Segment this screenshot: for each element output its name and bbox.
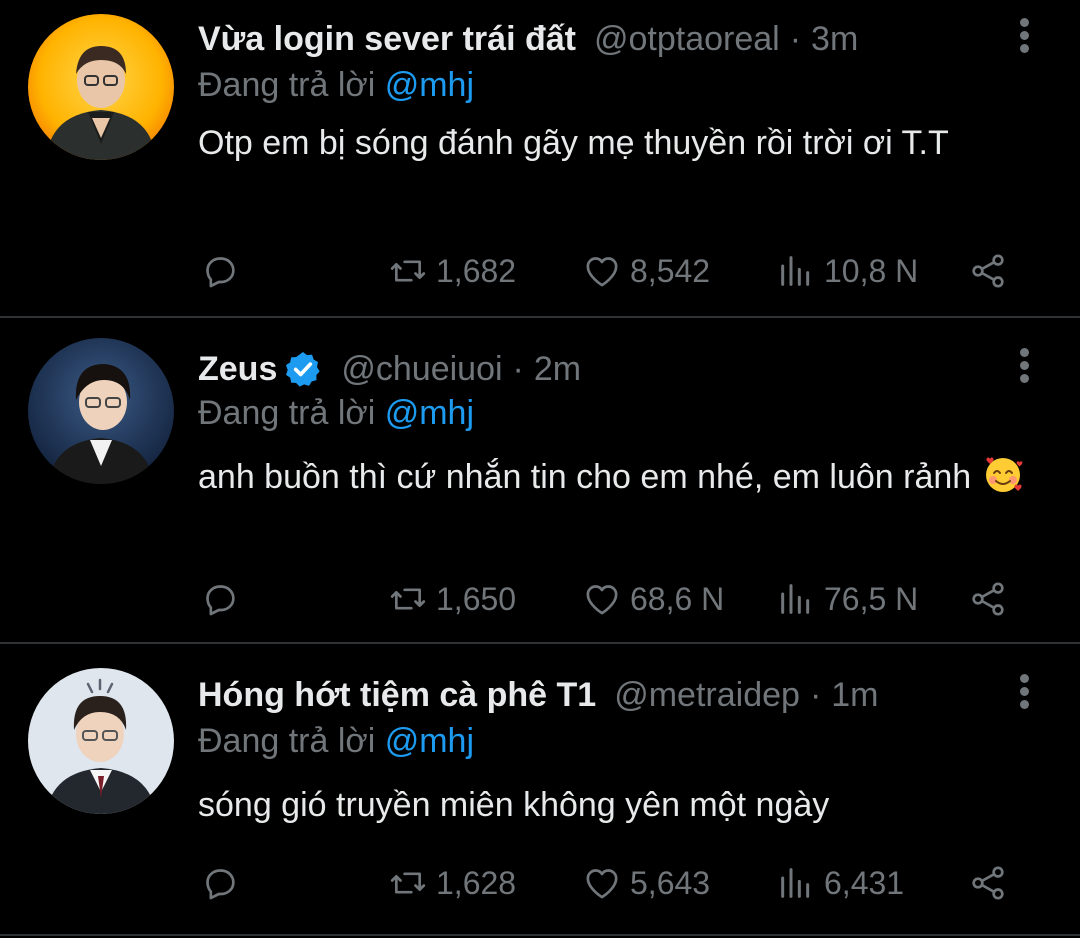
reply-timeline: Vừa login sever trái đất @otptaoreal · 3… xyxy=(0,0,1080,938)
display-name[interactable]: Hóng hớt tiệm cà phê T1 xyxy=(198,676,596,715)
reply-mention-link[interactable]: @mhj xyxy=(385,722,474,760)
smiling-face-with-hearts-icon xyxy=(981,452,1025,496)
heart-icon xyxy=(586,257,618,287)
tweet-text-content: Otp em bị sóng đánh gãy mẹ thuyền rồi tr… xyxy=(198,124,949,162)
separator: · xyxy=(789,19,802,58)
tweet-header: Zeus @chueiuoi · 2m xyxy=(198,344,581,394)
share-button[interactable] xyxy=(968,858,1008,908)
reply-mention-link[interactable]: @mhj xyxy=(385,394,474,432)
retweet-button[interactable]: 1,650 xyxy=(388,574,516,624)
avatar-image xyxy=(28,668,174,814)
tweet-text: anh buồn thì cứ nhắn tin cho em nhé, em … xyxy=(198,452,1028,501)
reply-mention-link[interactable]: @mhj xyxy=(385,66,474,104)
retweet-icon xyxy=(390,872,426,894)
heart-icon xyxy=(586,585,618,615)
user-handle[interactable]: @chueiuoi xyxy=(341,350,502,389)
analytics-icon xyxy=(781,584,810,614)
action-bar: 1,650 68,6 N 76,5 N xyxy=(198,574,1018,624)
reply-prefix: Đang trả lời xyxy=(198,722,376,760)
views-count: 10,8 N xyxy=(824,252,919,289)
retweet-count: 1,628 xyxy=(436,864,517,901)
tweet-header: Vừa login sever trái đất @otptaoreal · 3… xyxy=(198,14,858,64)
tweet[interactable]: Zeus @chueiuoi · 2m Đang trả lời @mhj an… xyxy=(0,320,1080,644)
retweet-count: 1,650 xyxy=(436,580,517,617)
like-button[interactable]: 5,643 xyxy=(582,858,710,908)
views-count: 76,5 N xyxy=(824,580,919,617)
tweet-text: Otp em bị sóng đánh gãy mẹ thuyền rồi tr… xyxy=(198,120,1028,167)
like-count: 68,6 N xyxy=(630,580,725,617)
separator: · xyxy=(809,675,822,714)
avatar[interactable] xyxy=(28,338,174,484)
retweet-count: 1,682 xyxy=(436,252,517,289)
avatar[interactable] xyxy=(28,668,174,814)
reply-button[interactable] xyxy=(200,246,240,296)
avatar-image xyxy=(28,338,174,484)
avatar-image xyxy=(28,14,174,160)
tweet-text-content: anh buồn thì cứ nhắn tin cho em nhé, em … xyxy=(198,458,972,496)
reply-context: Đang trả lời @mhj xyxy=(198,66,474,105)
reply-icon xyxy=(206,257,235,288)
share-button[interactable] xyxy=(968,246,1008,296)
display-name[interactable]: Vừa login sever trái đất xyxy=(198,20,576,59)
reply-context: Đang trả lời @mhj xyxy=(198,722,474,761)
reply-prefix: Đang trả lời xyxy=(198,66,376,104)
like-button[interactable]: 8,542 xyxy=(582,246,710,296)
reply-icon xyxy=(206,869,235,900)
heart-icon xyxy=(586,869,618,899)
user-handle[interactable]: @otptaoreal xyxy=(594,20,780,59)
views-count: 6,431 xyxy=(824,864,905,901)
timestamp[interactable]: 1m xyxy=(831,676,878,715)
retweet-icon xyxy=(390,260,426,282)
timestamp[interactable]: 3m xyxy=(811,20,858,59)
views-button[interactable]: 10,8 N xyxy=(776,246,918,296)
retweet-button[interactable]: 1,682 xyxy=(388,246,516,296)
more-options-icon[interactable] xyxy=(1012,348,1036,388)
action-bar: 1,682 8,542 10,8 N xyxy=(198,246,1018,296)
tweet-text-content: sóng gió truyền miên không yên một ngày xyxy=(198,786,830,824)
more-options-icon[interactable] xyxy=(1012,674,1036,714)
like-count: 8,542 xyxy=(630,252,711,289)
tweet[interactable]: Vừa login sever trái đất @otptaoreal · 3… xyxy=(0,0,1080,318)
share-icon xyxy=(972,866,1004,900)
retweet-button[interactable]: 1,628 xyxy=(388,858,516,908)
reply-button[interactable] xyxy=(200,858,240,908)
more-options-icon[interactable] xyxy=(1012,18,1036,58)
tweet[interactable]: Hóng hớt tiệm cà phê T1 @metraidep · 1m … xyxy=(0,646,1080,936)
like-button[interactable]: 68,6 N xyxy=(582,574,724,624)
tweet-text: sóng gió truyền miên không yên một ngày xyxy=(198,782,1028,829)
avatar[interactable] xyxy=(28,14,174,160)
separator: · xyxy=(512,349,524,388)
share-icon xyxy=(972,582,1004,616)
reply-context: Đang trả lời @mhj xyxy=(198,394,474,433)
analytics-icon xyxy=(781,868,810,898)
like-count: 5,643 xyxy=(630,864,711,901)
retweet-icon xyxy=(390,588,426,610)
reply-prefix: Đang trả lời xyxy=(198,394,376,432)
views-button[interactable]: 6,431 xyxy=(776,858,904,908)
views-button[interactable]: 76,5 N xyxy=(776,574,918,624)
action-bar: 1,628 5,643 6,431 xyxy=(198,858,1018,908)
display-name[interactable]: Zeus xyxy=(198,350,277,389)
share-button[interactable] xyxy=(968,574,1008,624)
verified-badge-icon xyxy=(283,349,323,389)
reply-button[interactable] xyxy=(200,574,240,624)
timestamp[interactable]: 2m xyxy=(534,350,581,389)
analytics-icon xyxy=(781,256,810,286)
reply-icon xyxy=(206,585,235,616)
tweet-header: Hóng hớt tiệm cà phê T1 @metraidep · 1m xyxy=(198,670,879,720)
user-handle[interactable]: @metraidep xyxy=(614,676,800,715)
share-icon xyxy=(972,254,1004,288)
